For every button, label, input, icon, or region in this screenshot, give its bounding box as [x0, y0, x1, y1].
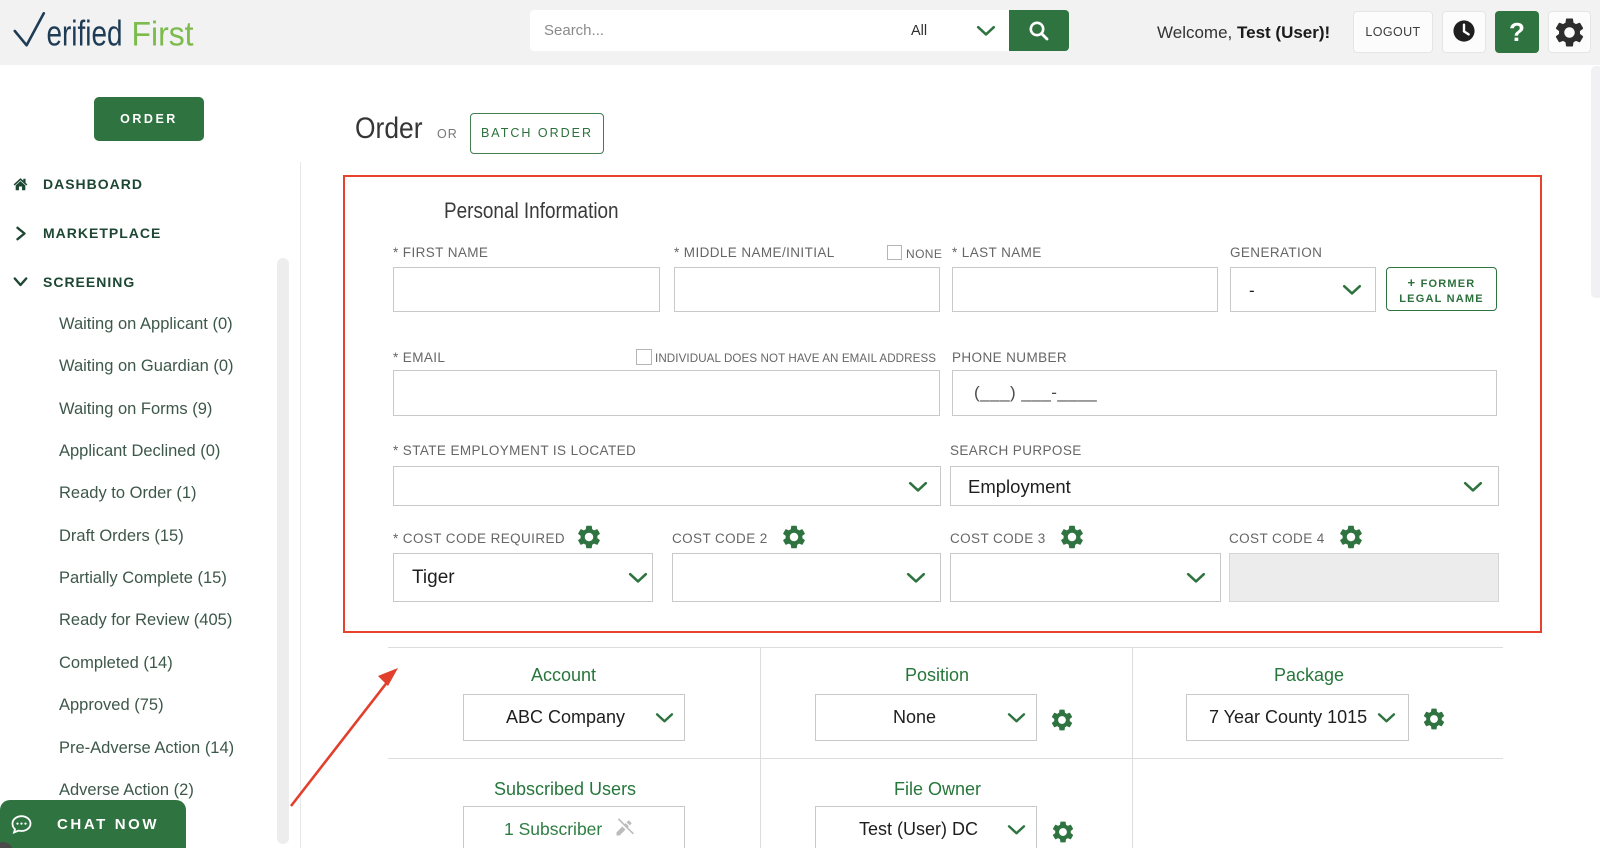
svg-text:erified: erified — [47, 13, 123, 54]
svg-text:First: First — [132, 16, 195, 54]
